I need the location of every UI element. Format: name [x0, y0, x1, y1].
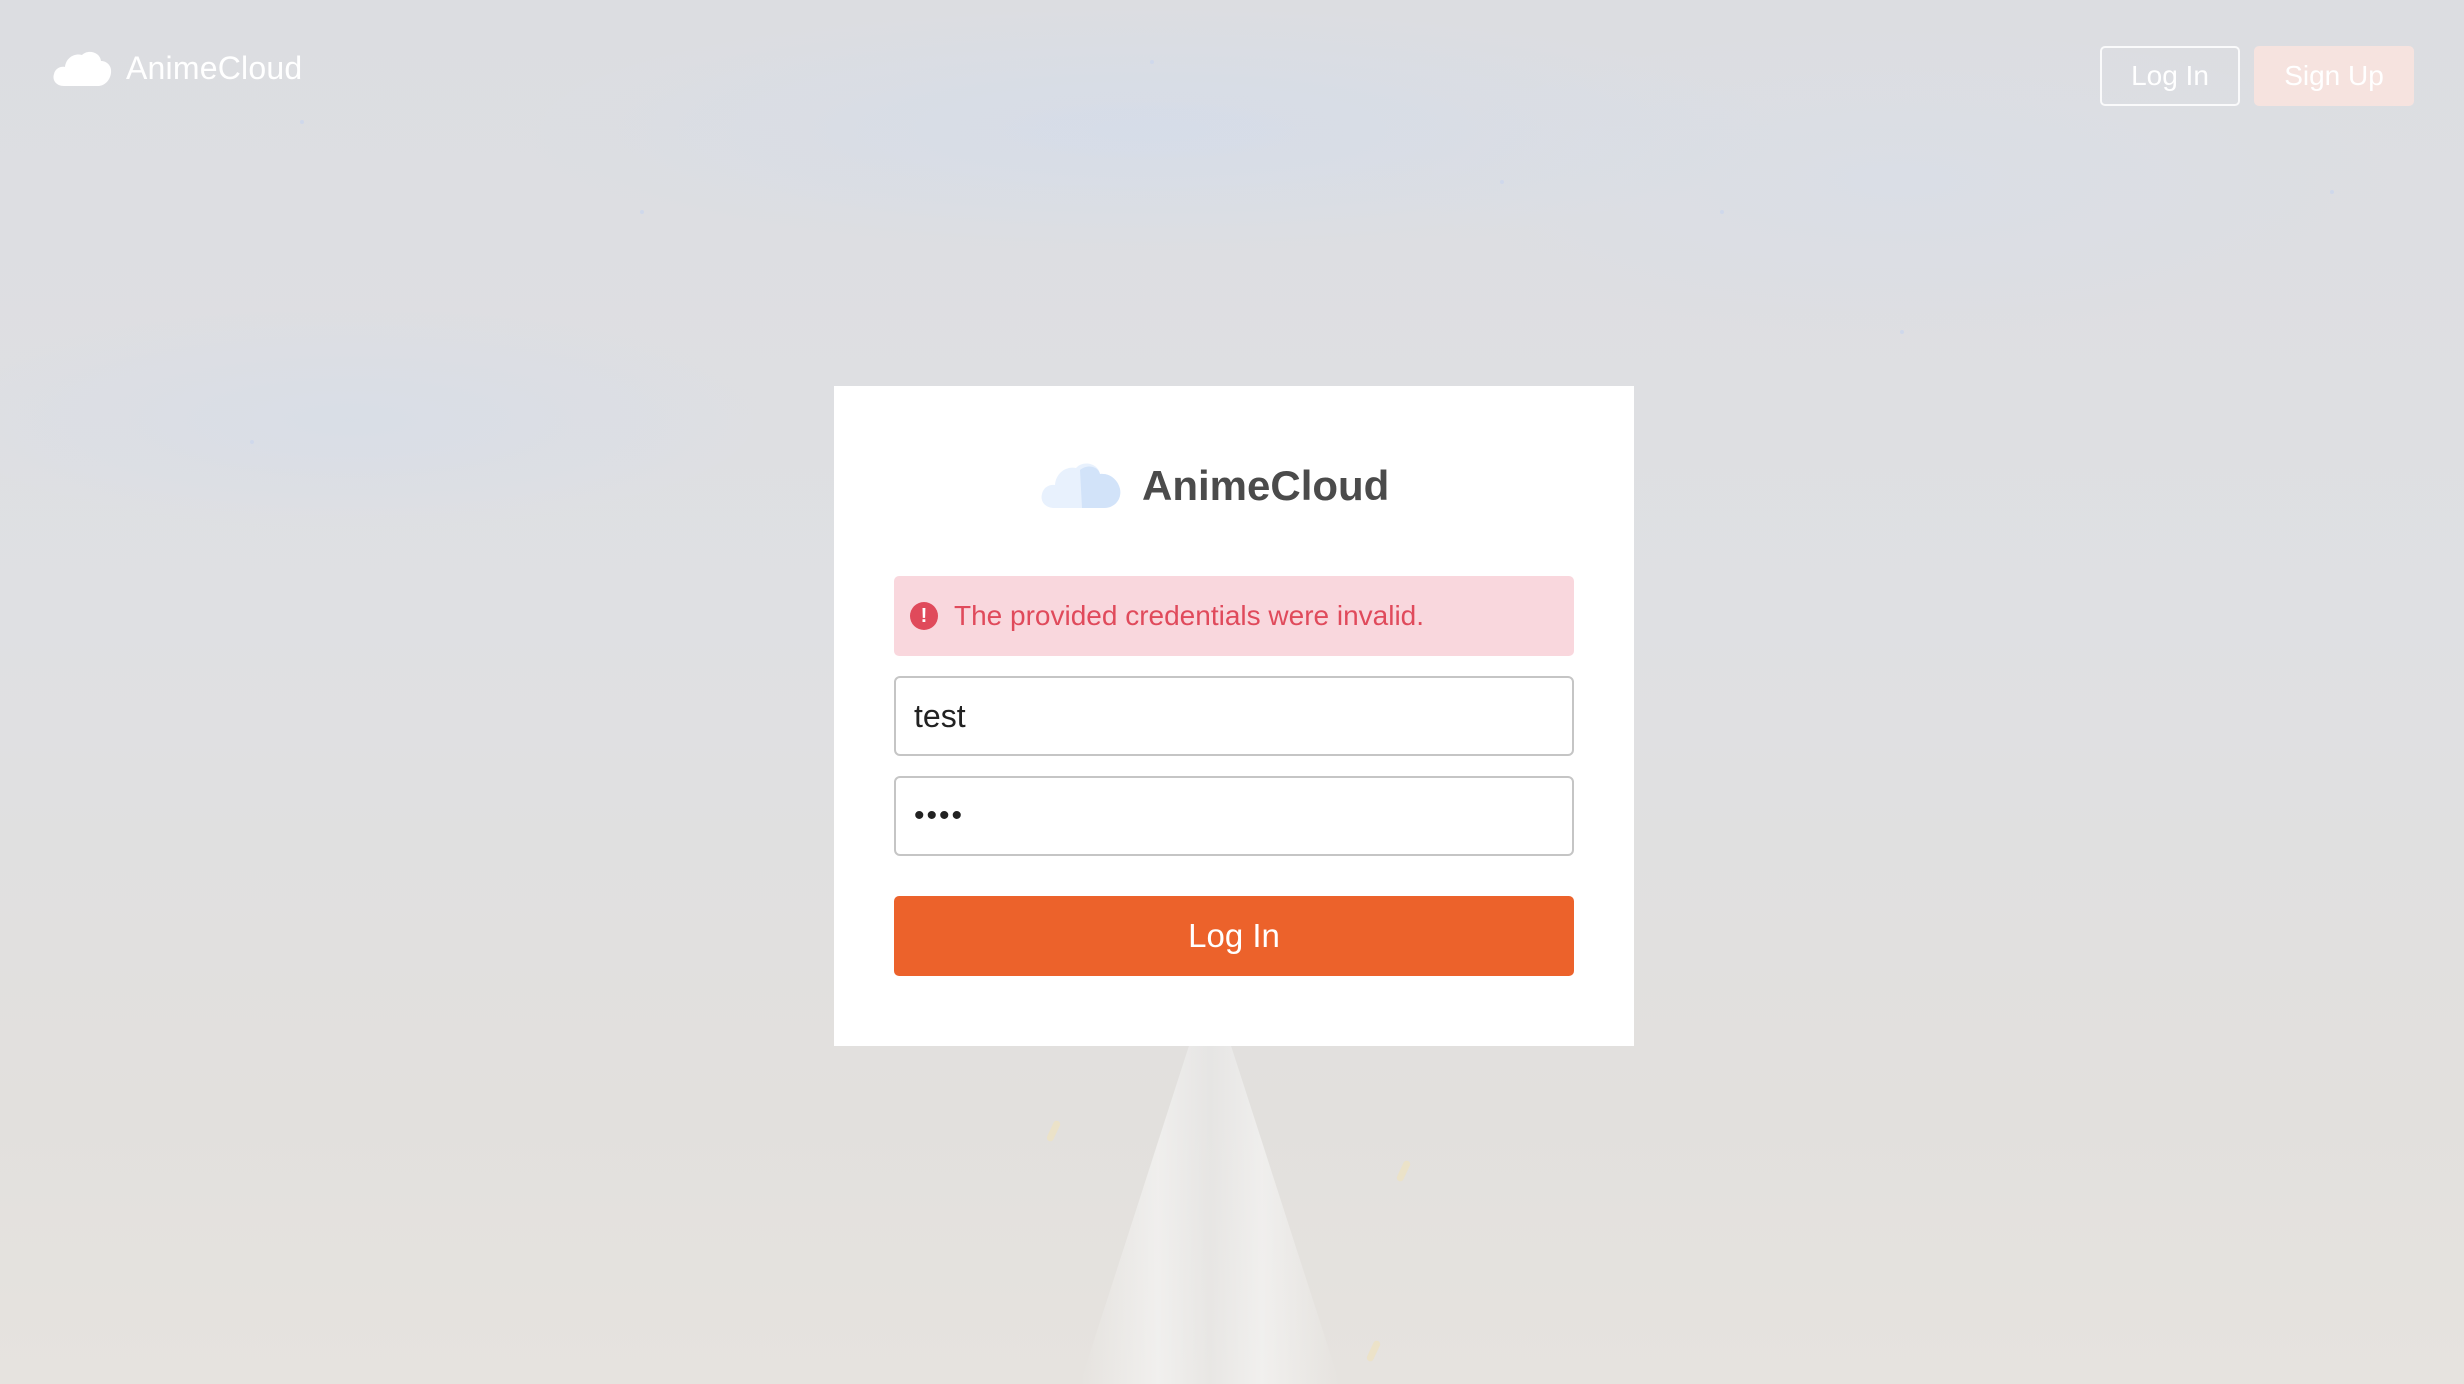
- background-star: [2330, 190, 2334, 194]
- cloud-icon: [1040, 458, 1122, 515]
- card-brand-name: AnimeCloud: [1142, 462, 1390, 509]
- header-login-button[interactable]: Log In: [2100, 46, 2240, 106]
- error-alert: ! The provided credentials were invalid.: [894, 576, 1574, 656]
- background-spark: [1395, 1159, 1412, 1183]
- background-star: [1500, 180, 1504, 184]
- cloud-icon: [52, 48, 112, 88]
- card-brand: AnimeCloud: [1040, 456, 1389, 516]
- exclamation-circle-icon: !: [910, 602, 938, 630]
- login-submit-button[interactable]: Log In: [894, 896, 1574, 976]
- login-card: AnimeCloud ! The provided credentials we…: [834, 386, 1634, 1046]
- error-message: The provided credentials were invalid.: [954, 600, 1425, 631]
- background-star: [1150, 60, 1154, 64]
- header-brand-name: AnimeCloud: [126, 49, 303, 86]
- username-input[interactable]: [894, 676, 1574, 756]
- background-star: [1900, 330, 1904, 334]
- background-spark: [1365, 1339, 1382, 1363]
- header-brand[interactable]: AnimeCloud: [52, 44, 302, 92]
- header-signup-button[interactable]: Sign Up: [2254, 46, 2414, 106]
- background-star: [1720, 210, 1724, 214]
- background-star: [300, 120, 304, 124]
- background-road: [1080, 1045, 1340, 1384]
- background-star: [640, 210, 644, 214]
- background-star: [250, 440, 254, 444]
- password-input[interactable]: [894, 776, 1574, 856]
- background-spark: [1045, 1119, 1062, 1143]
